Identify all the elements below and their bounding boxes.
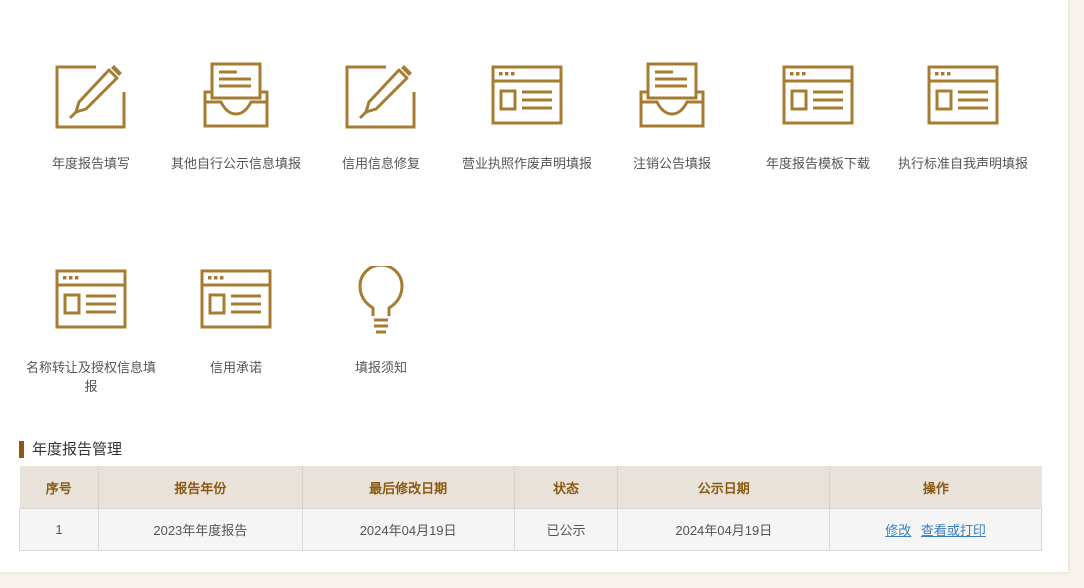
lightbulb-icon bbox=[358, 266, 404, 334]
content-panel: 年度报告填写 其他自行公示信息填报 信用信息修复 营业执照作废声明填报 注销公告… bbox=[0, 0, 1068, 572]
tile-label: 信用信息修复 bbox=[341, 156, 420, 171]
tile-label: 注销公告填报 bbox=[632, 156, 711, 171]
edit-link[interactable]: 修改 bbox=[885, 523, 911, 538]
cell-status: 已公示 bbox=[513, 508, 619, 551]
table-row: 1 2023年年度报告 2024年04月19日 已公示 2024年04月19日 … bbox=[19, 508, 1042, 551]
tile-template-download[interactable]: 年度报告模板下载 bbox=[745, 62, 891, 173]
table-header-row: 序号 报告年份 最后修改日期 状态 公示日期 操作 bbox=[19, 466, 1042, 509]
browser-window-icon bbox=[55, 269, 127, 329]
tile-label: 年度报告填写 bbox=[51, 156, 130, 171]
column-header: 状态 bbox=[513, 466, 619, 509]
edit-icon bbox=[55, 65, 126, 129]
section-title-bar bbox=[19, 441, 24, 458]
annual-report-table: 序号 报告年份 最后修改日期 状态 公示日期 操作 1 2023年年度报告 20… bbox=[19, 466, 1042, 551]
column-header: 操作 bbox=[829, 466, 1042, 509]
cell-report-year: 2023年年度报告 bbox=[97, 508, 303, 551]
tile-cancellation-notice[interactable]: 注销公告填报 bbox=[599, 62, 745, 173]
browser-window-icon bbox=[782, 65, 854, 125]
inbox-icon bbox=[203, 62, 269, 128]
browser-window-icon bbox=[200, 269, 272, 329]
tile-other-disclosure[interactable]: 其他自行公示信息填报 bbox=[163, 62, 309, 173]
column-header: 最后修改日期 bbox=[301, 466, 515, 509]
tile-label: 名称转让及授权信息填报 bbox=[25, 360, 156, 394]
view-print-link[interactable]: 查看或打印 bbox=[921, 523, 986, 538]
tile-label: 执行标准自我声明填报 bbox=[897, 156, 1028, 171]
browser-window-icon bbox=[927, 65, 999, 125]
tile-name-transfer[interactable]: 名称转让及授权信息填报 bbox=[18, 266, 164, 396]
cell-index: 1 bbox=[19, 508, 99, 551]
tile-label: 其他自行公示信息填报 bbox=[170, 156, 301, 171]
browser-window-icon bbox=[491, 65, 563, 125]
cell-published-date: 2024年04月19日 bbox=[617, 508, 831, 551]
tile-credit-commitment[interactable]: 信用承诺 bbox=[163, 266, 309, 377]
tile-filing-notice[interactable]: 填报须知 bbox=[308, 266, 454, 377]
tile-label: 填报须知 bbox=[354, 360, 407, 375]
column-header: 序号 bbox=[19, 466, 99, 509]
section-title: 年度报告管理 bbox=[19, 440, 122, 459]
tile-label: 年度报告模板下载 bbox=[765, 156, 870, 171]
tile-label: 营业执照作废声明填报 bbox=[461, 156, 592, 171]
cell-last-modified: 2024年04月19日 bbox=[301, 508, 515, 551]
section-title-text: 年度报告管理 bbox=[32, 441, 123, 458]
column-header: 公示日期 bbox=[617, 466, 831, 509]
tile-standard-declaration[interactable]: 执行标准自我声明填报 bbox=[890, 62, 1036, 173]
edit-icon bbox=[345, 65, 416, 129]
inbox-icon bbox=[639, 62, 705, 128]
tile-annual-report-fill[interactable]: 年度报告填写 bbox=[18, 62, 164, 173]
cell-actions: 修改 查看或打印 bbox=[829, 508, 1042, 551]
tile-credit-repair[interactable]: 信用信息修复 bbox=[308, 62, 454, 173]
tile-label: 信用承诺 bbox=[209, 360, 262, 375]
column-header: 报告年份 bbox=[97, 466, 303, 509]
tile-license-void[interactable]: 营业执照作废声明填报 bbox=[454, 62, 600, 173]
